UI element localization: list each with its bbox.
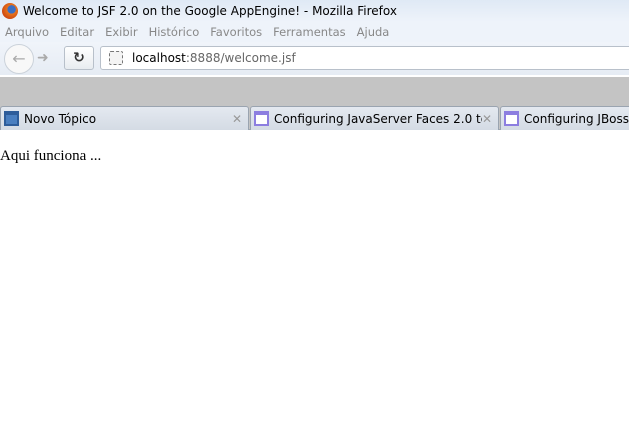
forum-icon <box>4 111 19 126</box>
url-bar[interactable]: localhost:8888/welcome.jsf <box>100 46 629 70</box>
title-bar: Welcome to JSF 2.0 on the Google AppEngi… <box>0 0 629 22</box>
back-button[interactable]: ← <box>4 44 34 74</box>
url-host: localhost <box>132 51 186 65</box>
firefox-icon <box>2 3 18 19</box>
page-icon <box>504 111 519 126</box>
tab-bar: Novo Tópico ✕ Configuring JavaServer Fac… <box>0 106 629 130</box>
tab-configuring-jsf[interactable]: Configuring JavaServer Faces 2.0 to r...… <box>250 106 499 130</box>
menu-ajuda[interactable]: Ajuda <box>357 25 390 39</box>
tab-label: Novo Tópico <box>24 111 97 126</box>
menu-exibir[interactable]: Exibir <box>105 25 138 39</box>
menu-bar: Arquivo Editar Exibir Histórico Favorito… <box>0 22 629 42</box>
close-tab-icon[interactable]: ✕ <box>482 112 492 126</box>
tab-configuring-jboss[interactable]: Configuring JBoss W <box>500 106 629 130</box>
site-identity-icon[interactable] <box>109 51 123 65</box>
menu-historico[interactable]: Histórico <box>149 25 200 39</box>
url-path: :8888/welcome.jsf <box>185 51 296 65</box>
menu-arquivo[interactable]: Arquivo <box>5 25 49 39</box>
window-title: Welcome to JSF 2.0 on the Google AppEngi… <box>23 4 397 18</box>
forward-button[interactable]: ➜ <box>37 50 49 66</box>
menu-favoritos[interactable]: Favoritos <box>210 25 262 39</box>
menu-ferramentas[interactable]: Ferramentas <box>273 25 345 39</box>
tab-label: Configuring JavaServer Faces 2.0 to r... <box>274 111 482 126</box>
close-tab-icon[interactable]: ✕ <box>232 112 242 126</box>
toolbar-strip <box>0 77 629 106</box>
tab-label: Configuring JBoss W <box>524 111 629 126</box>
page-icon <box>254 111 269 126</box>
navigation-bar: ← ➜ ↻ localhost:8888/welcome.jsf <box>0 42 629 75</box>
tab-novo-topico[interactable]: Novo Tópico ✕ <box>0 106 249 130</box>
menu-editar[interactable]: Editar <box>60 25 94 39</box>
page-text: Aqui funciona ... <box>0 148 102 164</box>
reload-button[interactable]: ↻ <box>64 46 94 70</box>
